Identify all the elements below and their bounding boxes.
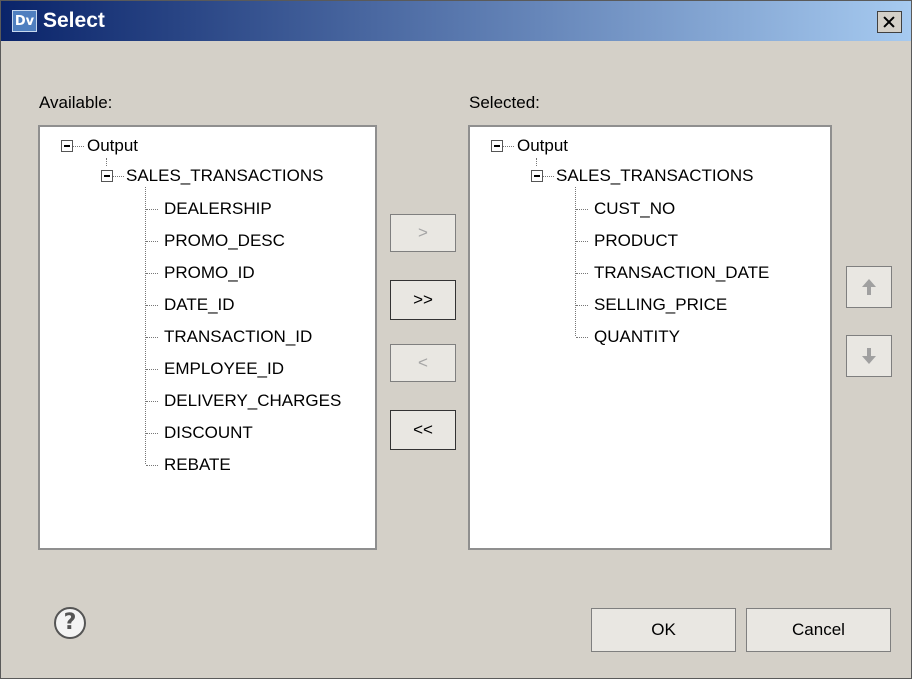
selected-label: Selected: bbox=[469, 93, 540, 112]
selected-field[interactable]: PRODUCT bbox=[594, 231, 678, 251]
window-title: Select bbox=[43, 9, 105, 32]
selected-field[interactable]: QUANTITY bbox=[594, 327, 680, 347]
title-bar[interactable]: Dv Select bbox=[1, 1, 911, 41]
available-tree[interactable]: Output SALES_TRANSACTIONS DEALERSHIP PRO… bbox=[38, 125, 377, 550]
selected-root-node[interactable]: Output bbox=[517, 136, 568, 156]
add-all-button[interactable]: >> bbox=[390, 280, 456, 320]
move-up-button[interactable] bbox=[846, 266, 892, 308]
available-label: Available: bbox=[39, 93, 113, 112]
cancel-button[interactable]: Cancel bbox=[746, 608, 891, 652]
selected-field[interactable]: TRANSACTION_DATE bbox=[594, 263, 769, 283]
collapse-icon[interactable] bbox=[491, 140, 503, 152]
available-field[interactable]: PROMO_DESC bbox=[164, 231, 285, 251]
selected-table-node[interactable]: SALES_TRANSACTIONS bbox=[556, 166, 753, 186]
ok-button[interactable]: OK bbox=[591, 608, 736, 652]
available-field[interactable]: EMPLOYEE_ID bbox=[164, 359, 284, 379]
selected-tree[interactable]: Output SALES_TRANSACTIONS CUST_NO PRODUC… bbox=[468, 125, 832, 550]
available-root-node[interactable]: Output bbox=[87, 136, 138, 156]
available-field[interactable]: PROMO_ID bbox=[164, 263, 255, 283]
available-field[interactable]: DELIVERY_CHARGES bbox=[164, 391, 341, 411]
remove-all-button[interactable]: << bbox=[390, 410, 456, 450]
close-icon[interactable] bbox=[877, 11, 902, 33]
selected-field[interactable]: SELLING_PRICE bbox=[594, 295, 727, 315]
available-field[interactable]: TRANSACTION_ID bbox=[164, 327, 312, 347]
available-table-node[interactable]: SALES_TRANSACTIONS bbox=[126, 166, 323, 186]
available-field[interactable]: DEALERSHIP bbox=[164, 199, 272, 219]
collapse-icon[interactable] bbox=[531, 170, 543, 182]
add-button[interactable]: > bbox=[390, 214, 456, 252]
selected-field[interactable]: CUST_NO bbox=[594, 199, 675, 219]
select-dialog: Dv Select Available: Selected: Output SA… bbox=[0, 0, 912, 679]
arrow-down-icon bbox=[862, 348, 876, 364]
available-field[interactable]: DATE_ID bbox=[164, 295, 235, 315]
arrow-up-icon bbox=[862, 279, 876, 295]
collapse-icon[interactable] bbox=[61, 140, 73, 152]
help-icon[interactable]: ? bbox=[54, 607, 86, 639]
app-icon: Dv bbox=[12, 10, 37, 32]
collapse-icon[interactable] bbox=[101, 170, 113, 182]
available-field[interactable]: REBATE bbox=[164, 455, 231, 475]
move-down-button[interactable] bbox=[846, 335, 892, 377]
remove-button[interactable]: < bbox=[390, 344, 456, 382]
available-field[interactable]: DISCOUNT bbox=[164, 423, 253, 443]
